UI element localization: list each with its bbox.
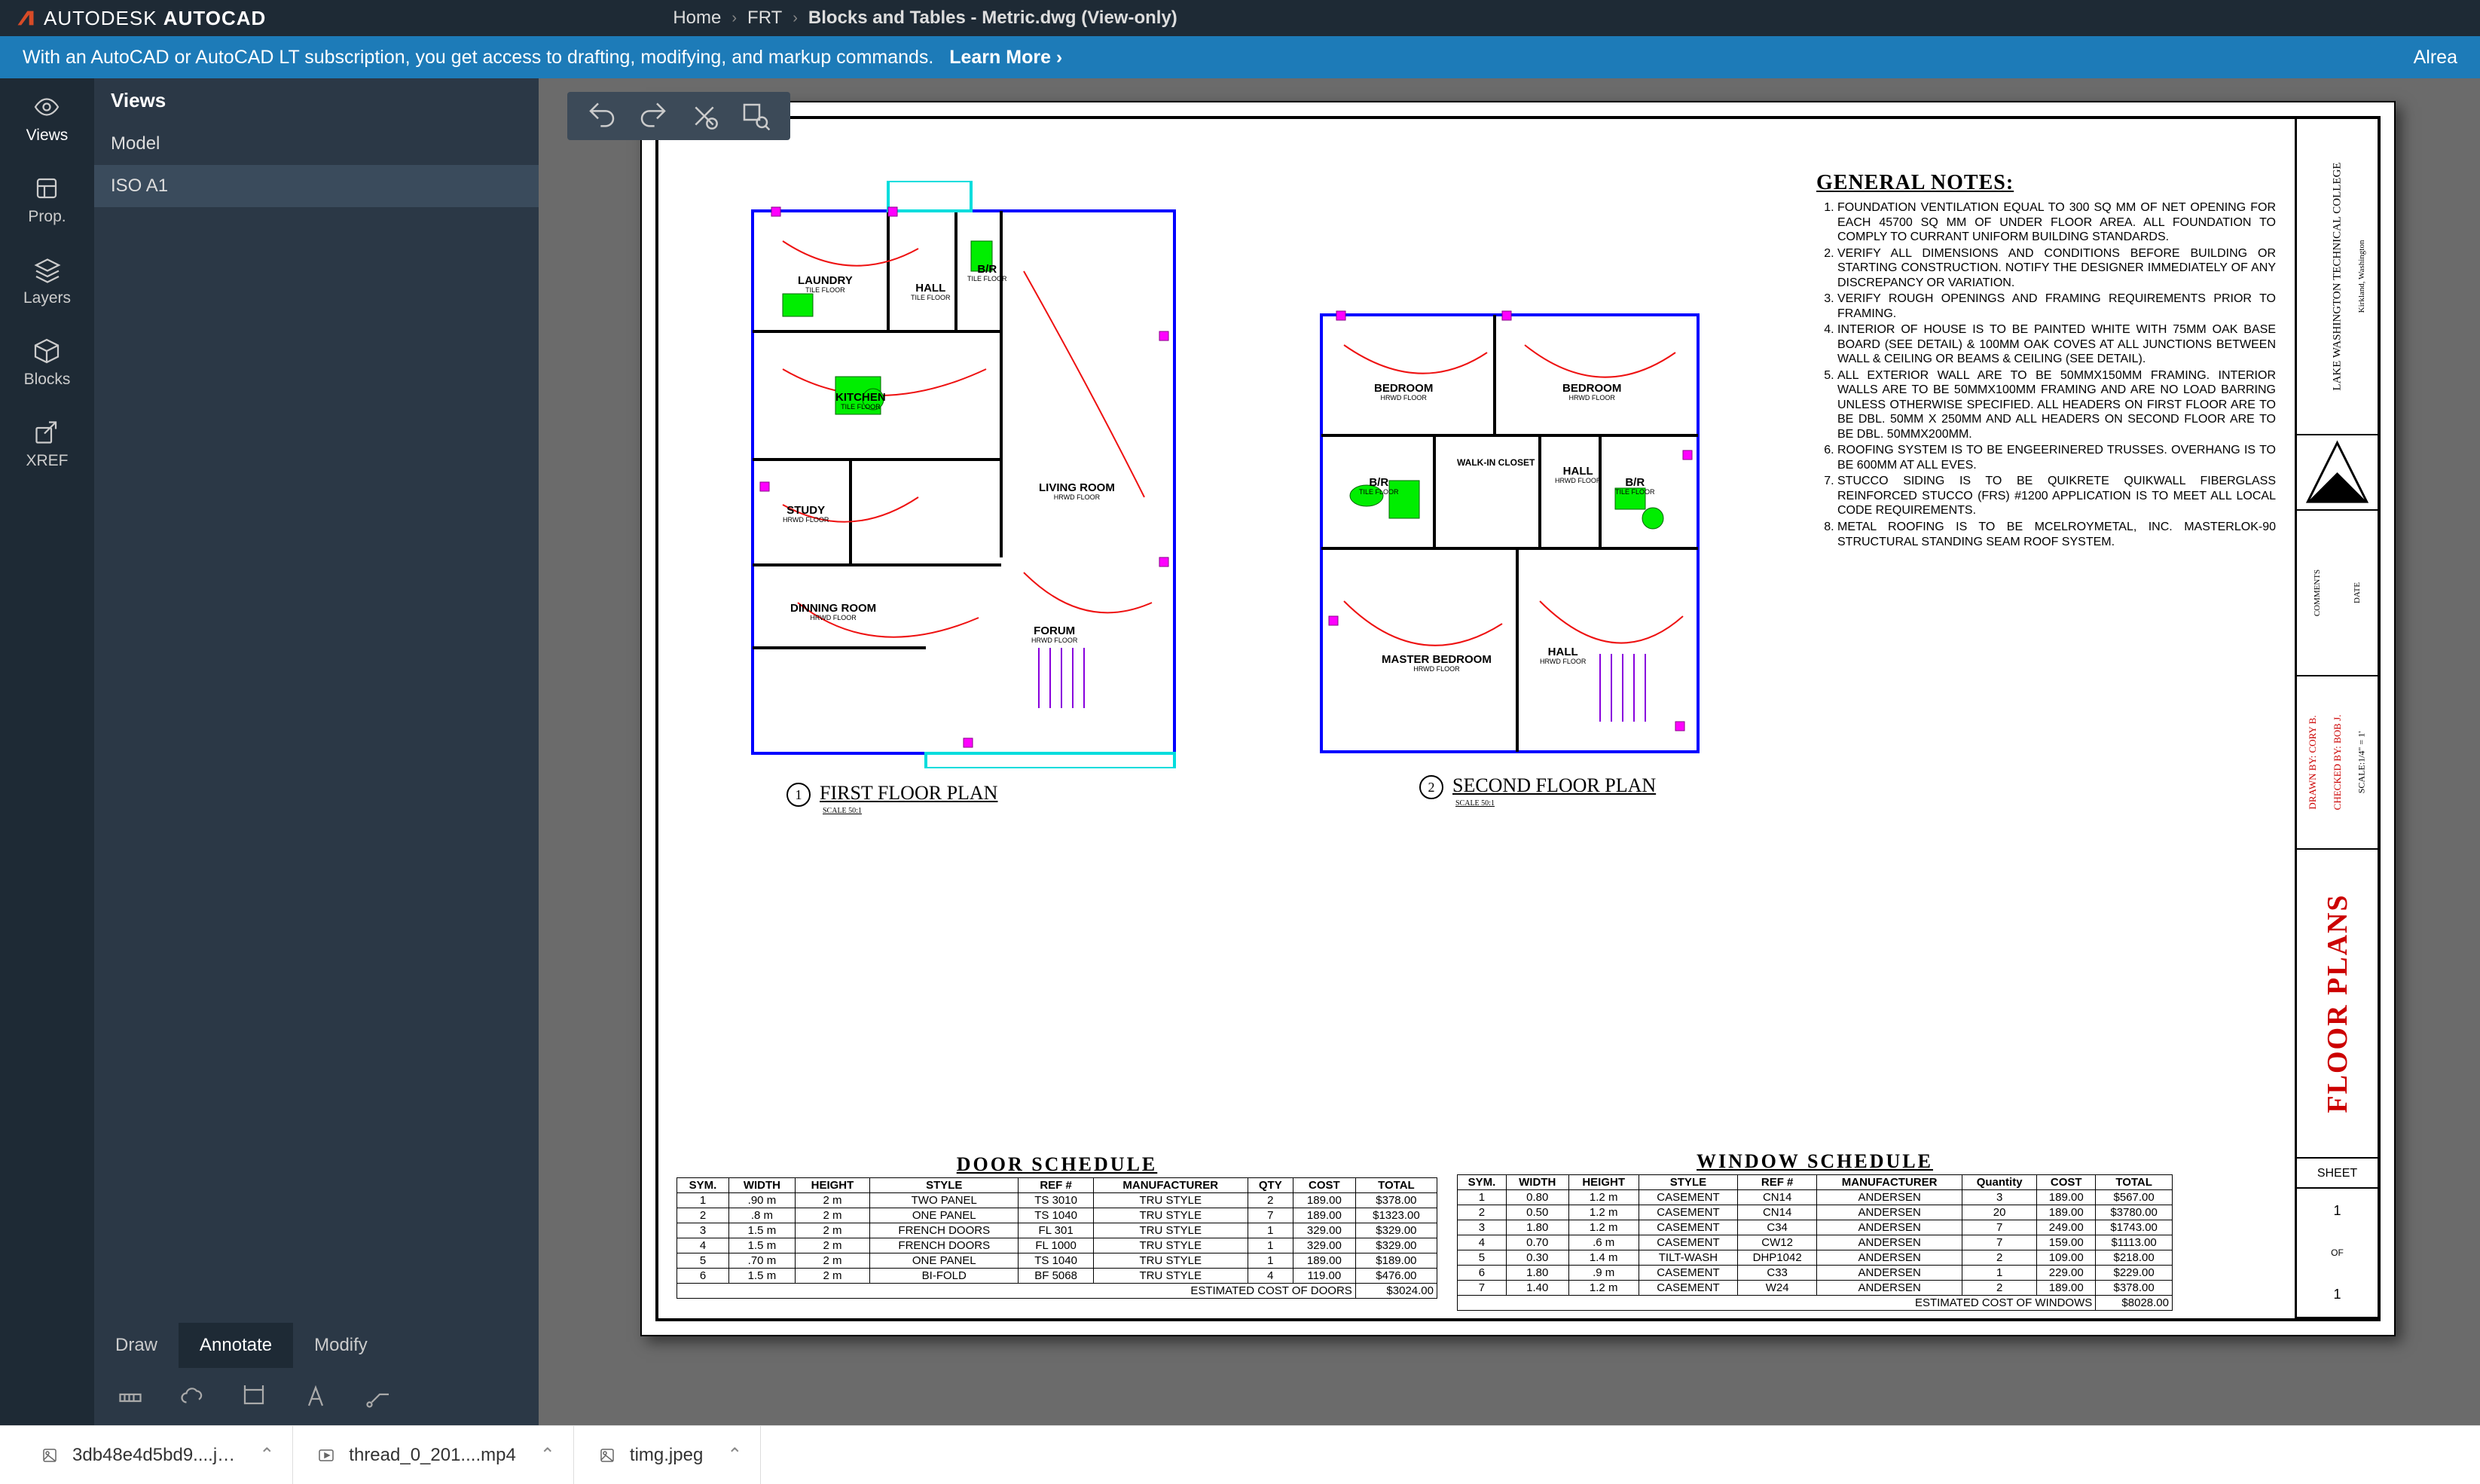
erase-icon[interactable] <box>689 101 719 131</box>
autodesk-logo-icon <box>15 8 36 29</box>
rail-layers[interactable]: Layers <box>23 256 71 307</box>
taskbar-file-1[interactable]: 3db48e4d5bd9....j… ⌃ <box>23 1426 293 1484</box>
taskbar-file-3[interactable]: timg.jpeg ⌃ <box>580 1426 762 1484</box>
undo-icon[interactable] <box>587 101 617 131</box>
title-block: LAKE WASHINGTON TECHNICAL COLLEGE Kirkla… <box>2295 119 2378 1318</box>
app-logo: AUTODESK AUTOCAD <box>15 7 266 30</box>
breadcrumb: Home › FRT › Blocks and Tables - Metric.… <box>673 8 1177 29</box>
image-file-icon <box>598 1446 616 1464</box>
canvas-area[interactable]: LAUNDRYTILE FLOOR HALLTILE FLOOR B/RTILE… <box>539 78 2480 1425</box>
rail-views[interactable]: Views <box>26 93 69 145</box>
tab-annotate[interactable]: Annotate <box>179 1323 293 1368</box>
notes-list: FOUNDATION VENTILATION EQUAL TO 300 SQ M… <box>1816 200 2276 549</box>
door-schedule: DOOR SCHEDULE SYM.WIDTHHEIGHTSTYLEREF #M… <box>677 1153 1437 1299</box>
taskbar-file-2[interactable]: thread_0_201....mp4 ⌃ <box>299 1426 574 1484</box>
chevron-up-icon[interactable]: ⌃ <box>259 1444 274 1466</box>
window-schedule: WINDOW SCHEDULE SYM.WIDTHHEIGHTSTYLEREF … <box>1457 1150 2173 1311</box>
promo-right-text: Alrea <box>2414 47 2457 69</box>
left-rail: Views Prop. Layers Blocks XREF <box>0 78 94 1425</box>
drawing-frame: LAUNDRYTILE FLOOR HALLTILE FLOOR B/RTILE… <box>655 116 2381 1321</box>
layers-icon <box>34 256 61 283</box>
xref-icon <box>33 419 60 446</box>
leader-icon[interactable] <box>364 1383 391 1410</box>
rect-icon[interactable] <box>240 1383 267 1410</box>
view-item-model[interactable]: Model <box>94 123 539 165</box>
annotate-tools <box>94 1368 539 1425</box>
chevron-right-icon: › <box>731 10 737 27</box>
chevron-up-icon[interactable]: ⌃ <box>540 1444 555 1466</box>
general-notes: GENERAL NOTES: FOUNDATION VENTILATION EQ… <box>1816 170 2276 551</box>
door-schedule-table: SYM.WIDTHHEIGHTSTYLEREF #MANUFACTURERQTY… <box>677 1177 1437 1299</box>
eye-icon <box>33 93 60 121</box>
image-file-icon <box>41 1446 59 1464</box>
bottom-tabs: Draw Annotate Modify <box>94 1323 539 1368</box>
breadcrumb-file: Blocks and Tables - Metric.dwg (View-onl… <box>808 8 1177 29</box>
first-floor-plan: LAUNDRYTILE FLOOR HALLTILE FLOOR B/RTILE… <box>738 181 1190 768</box>
rail-blocks[interactable]: Blocks <box>24 337 71 389</box>
os-taskbar: 3db48e4d5bd9....j… ⌃ thread_0_201....mp4… <box>0 1425 2480 1484</box>
video-file-icon <box>317 1446 335 1464</box>
zoom-window-icon[interactable] <box>741 101 771 131</box>
window-schedule-table: SYM.WIDTHHEIGHTSTYLEREF #MANUFACTURERQua… <box>1457 1174 2173 1311</box>
chevron-right-icon: › <box>793 10 798 27</box>
dimension-icon[interactable] <box>117 1383 144 1410</box>
chevron-up-icon[interactable]: ⌃ <box>727 1444 742 1466</box>
properties-icon <box>33 175 60 202</box>
redo-icon[interactable] <box>638 101 668 131</box>
canvas-toolbar <box>567 92 790 140</box>
first-floor-title: 1FIRST FLOOR PLAN SCALE 50:1 <box>786 782 997 815</box>
tab-draw[interactable]: Draw <box>94 1323 179 1368</box>
cloud-icon[interactable] <box>179 1383 206 1410</box>
notes-title: GENERAL NOTES: <box>1816 170 2276 196</box>
promo-banner: With an AutoCAD or AutoCAD LT subscripti… <box>0 36 2480 78</box>
breadcrumb-folder[interactable]: FRT <box>747 8 782 29</box>
blocks-icon <box>33 337 60 365</box>
drawing-sheet: LAUNDRYTILE FLOOR HALLTILE FLOOR B/RTILE… <box>640 101 2396 1336</box>
tab-modify[interactable]: Modify <box>293 1323 389 1368</box>
rail-properties[interactable]: Prop. <box>28 175 66 226</box>
breadcrumb-home[interactable]: Home <box>673 8 721 29</box>
view-item-iso-a1[interactable]: ISO A1 <box>94 165 539 207</box>
views-panel: Views Model ISO A1 Draw Annotate Modify <box>94 78 539 1425</box>
second-floor-plan: BEDROOMHRWD FLOOR BEDROOMHRWD FLOOR WALK… <box>1314 300 1706 767</box>
panel-header: Views <box>94 78 539 123</box>
second-floor-title: 2SECOND FLOOR PLAN SCALE 50:1 <box>1419 774 1656 808</box>
promo-text: With an AutoCAD or AutoCAD LT subscripti… <box>23 47 933 68</box>
rail-xref[interactable]: XREF <box>26 419 68 470</box>
learn-more-link[interactable]: Learn More › <box>949 47 1062 68</box>
text-icon[interactable] <box>302 1383 329 1410</box>
app-title-bar: AUTODESK AUTOCAD Home › FRT › Blocks and… <box>0 0 2480 36</box>
